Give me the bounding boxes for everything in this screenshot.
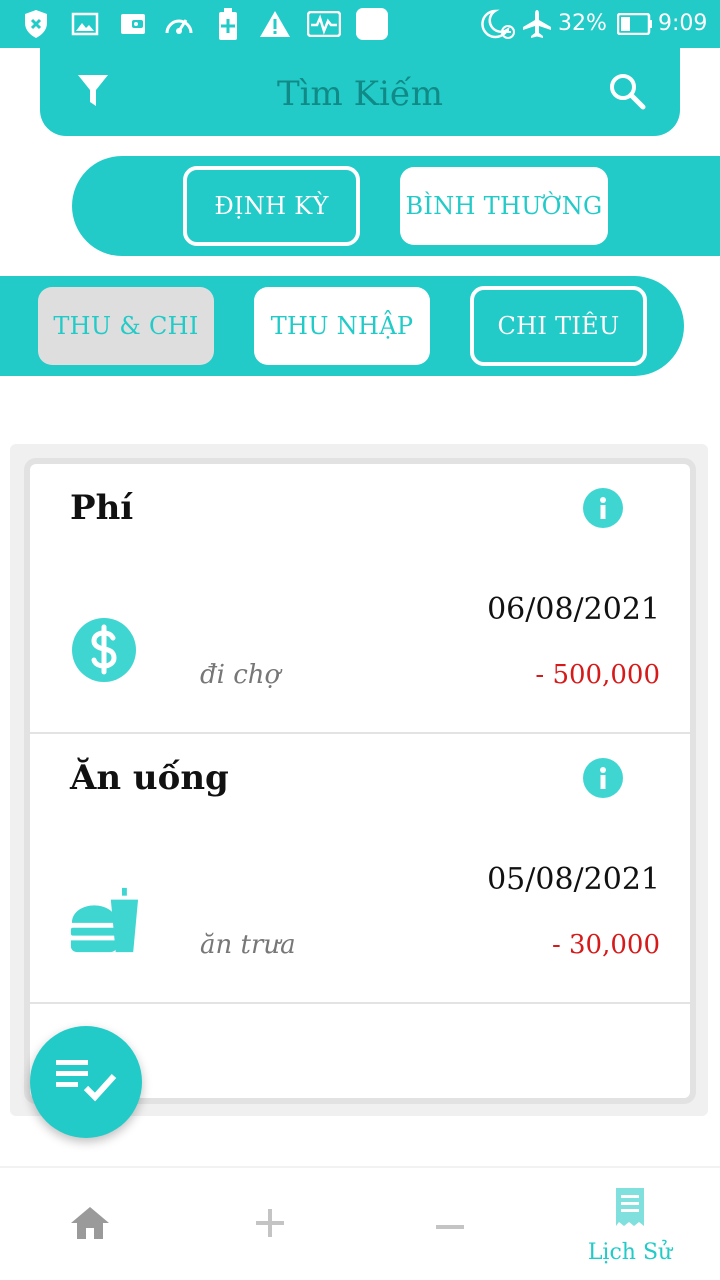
shield-icon xyxy=(22,8,50,40)
image-icon xyxy=(70,8,100,40)
entry-note: đi chợ xyxy=(200,660,281,690)
entry-note: ăn trưa xyxy=(200,930,296,960)
search-button[interactable] xyxy=(606,72,648,114)
transaction-list: Phí 06/08/2021 đi chợ - 500,000 Ăn uống … xyxy=(30,464,690,1098)
fast-food-icon xyxy=(68,884,140,956)
home-icon xyxy=(69,1205,111,1245)
do-not-disturb-icon xyxy=(478,8,518,40)
info-icon[interactable] xyxy=(583,488,623,528)
gauge-icon xyxy=(162,8,196,40)
app-icon xyxy=(354,8,390,40)
filter-icon xyxy=(77,73,109,113)
search-header: Tìm Kiếm xyxy=(40,48,680,136)
receipt-icon xyxy=(610,1186,650,1234)
wallet-icon xyxy=(118,8,148,40)
nav-home[interactable] xyxy=(0,1168,180,1280)
category-title: Ăn uống xyxy=(70,758,229,798)
tab-expense[interactable]: CHI TIÊU xyxy=(470,286,647,366)
clock: 9:09 xyxy=(658,11,708,36)
nav-add-income[interactable] xyxy=(180,1168,360,1280)
battery-percent: 32% xyxy=(558,11,607,36)
minus-icon xyxy=(434,1216,466,1235)
bottom-nav: Lịch Sử xyxy=(0,1166,720,1280)
list-item[interactable]: Phí 06/08/2021 đi chợ - 500,000 xyxy=(30,464,690,734)
airplane-icon xyxy=(520,8,554,40)
entry-date: 05/08/2021 xyxy=(487,862,660,897)
nav-add-expense[interactable] xyxy=(360,1168,540,1280)
entry-date: 06/08/2021 xyxy=(487,592,660,627)
list-item[interactable]: Ăn uống 05/08/2021 ăn trưa - 30,000 xyxy=(30,734,690,1004)
nav-history[interactable]: Lịch Sử xyxy=(540,1168,720,1280)
battery-icon xyxy=(616,8,654,40)
tab-normal[interactable]: BÌNH THƯỜNG xyxy=(400,167,608,245)
tab-periodic[interactable]: ĐỊNH KỲ xyxy=(183,166,360,246)
playlist-check-icon xyxy=(54,1056,118,1108)
warning-icon xyxy=(258,8,292,40)
nav-history-label: Lịch Sử xyxy=(587,1239,673,1265)
tab-income-and-expense[interactable]: THU & CHI xyxy=(38,287,214,365)
activity-icon xyxy=(306,8,342,40)
category-title: Phí xyxy=(70,488,134,528)
filter-button[interactable] xyxy=(74,74,112,112)
entry-amount: - 500,000 xyxy=(535,660,660,690)
tab-income[interactable]: THU NHẬP xyxy=(254,287,430,365)
plus-icon xyxy=(254,1207,286,1243)
battery-saver-icon xyxy=(214,8,242,40)
info-icon[interactable] xyxy=(583,758,623,798)
status-bar: 32% 9:09 xyxy=(0,0,720,48)
schedule-tabs: ĐỊNH KỲ BÌNH THƯỜNG xyxy=(72,156,720,256)
search-icon xyxy=(608,72,646,114)
page-title: Tìm Kiếm xyxy=(276,74,444,114)
checklist-fab[interactable] xyxy=(30,1026,142,1138)
dollar-icon xyxy=(68,614,140,686)
entry-amount: - 30,000 xyxy=(551,930,660,960)
type-tabs: THU & CHI THU NHẬP CHI TIÊU xyxy=(0,276,684,376)
